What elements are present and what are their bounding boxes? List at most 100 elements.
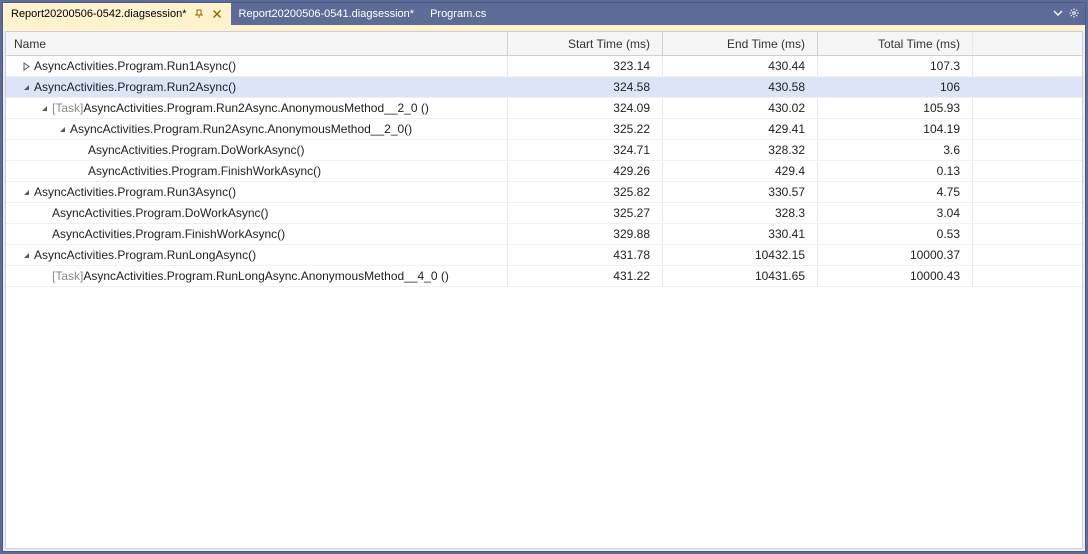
cell-name: AsyncActivities.Program.FinishWorkAsync(… [6,227,507,241]
cell-name: AsyncActivities.Program.DoWorkAsync() [6,206,507,220]
cell-end: 330.57 [662,182,817,202]
cell-name: [Task] AsyncActivities.Program.Run2Async… [6,101,507,115]
table-row[interactable]: AsyncActivities.Program.DoWorkAsync() 325… [6,203,1082,224]
tab-label: Report20200506-0541.diagsession* [239,8,415,20]
expand-icon[interactable] [20,60,32,72]
row-label: AsyncActivities.Program.DoWorkAsync() [88,143,305,157]
table-row[interactable]: AsyncActivities.Program.FinishWorkAsync(… [6,224,1082,245]
row-label: AsyncActivities.Program.DoWorkAsync() [52,206,269,220]
task-prefix: [Task] [52,101,83,115]
close-icon[interactable] [211,8,223,20]
cell-total: 10000.37 [817,245,972,265]
cell-start: 325.22 [507,119,662,139]
scroll-gutter [972,161,1082,181]
cell-end: 10432.15 [662,245,817,265]
cell-start: 324.71 [507,140,662,160]
document-tab[interactable]: Program.cs [422,3,494,25]
cell-name: AsyncActivities.Program.Run2Async() [6,80,507,94]
cell-start: 323.14 [507,56,662,76]
cell-start: 329.88 [507,224,662,244]
cell-end: 328.3 [662,203,817,223]
cell-start: 324.58 [507,77,662,97]
row-label: AsyncActivities.Program.Run2Async.Anonym… [83,101,429,115]
cell-name: AsyncActivities.Program.DoWorkAsync() [6,143,507,157]
cell-end: 330.41 [662,224,817,244]
cell-start: 429.26 [507,161,662,181]
scroll-gutter [972,266,1082,286]
document-tab[interactable]: Report20200506-0541.diagsession* [231,3,423,25]
column-headers: Name Start Time (ms) End Time (ms) Total… [6,32,1082,56]
cell-name: AsyncActivities.Program.Run3Async() [6,185,507,199]
row-label: AsyncActivities.Program.Run3Async() [34,185,236,199]
table-row[interactable]: AsyncActivities.Program.Run2Async() 324.5… [6,77,1082,98]
report-grid: Name Start Time (ms) End Time (ms) Total… [5,31,1083,549]
collapse-icon[interactable] [38,102,50,114]
main-window: Report20200506-0542.diagsession* Report20… [2,2,1086,552]
header-name[interactable]: Name [6,37,507,51]
cell-name: [Task] AsyncActivities.Program.RunLongAs… [6,269,507,283]
cell-total: 4.75 [817,182,972,202]
table-row[interactable]: AsyncActivities.Program.Run1Async() 323.1… [6,56,1082,77]
cell-end: 430.02 [662,98,817,118]
table-row[interactable]: AsyncActivities.Program.Run3Async() 325.8… [6,182,1082,203]
cell-name: AsyncActivities.Program.Run1Async() [6,59,507,73]
cell-start: 431.22 [507,266,662,286]
row-label: AsyncActivities.Program.Run1Async() [34,59,236,73]
cell-total: 107.3 [817,56,972,76]
expander-placeholder [38,207,50,219]
cell-start: 325.82 [507,182,662,202]
table-row[interactable]: [Task] AsyncActivities.Program.Run2Async… [6,98,1082,119]
tab-label: Report20200506-0542.diagsession* [11,8,187,20]
cell-total: 3.04 [817,203,972,223]
task-prefix: [Task] [52,269,83,283]
cell-end: 429.41 [662,119,817,139]
row-label: AsyncActivities.Program.RunLongAsync() [34,248,256,262]
scroll-gutter [972,203,1082,223]
header-scroll-gutter [972,32,1082,55]
cell-total: 10000.43 [817,266,972,286]
table-row[interactable]: AsyncActivities.Program.DoWorkAsync() 324… [6,140,1082,161]
collapse-icon[interactable] [56,123,68,135]
row-label: AsyncActivities.Program.FinishWorkAsync(… [52,227,285,241]
tab-label: Program.cs [430,8,486,20]
expander-placeholder [74,144,86,156]
window-menu-icon[interactable] [1053,7,1063,21]
scroll-gutter [972,245,1082,265]
cell-start: 431.78 [507,245,662,265]
cell-name: AsyncActivities.Program.FinishWorkAsync(… [6,164,507,178]
document-tab[interactable]: Report20200506-0542.diagsession* [3,3,231,25]
scroll-gutter [972,182,1082,202]
cell-start: 325.27 [507,203,662,223]
table-row[interactable]: AsyncActivities.Program.RunLongAsync() 43… [6,245,1082,266]
row-label: AsyncActivities.Program.FinishWorkAsync(… [88,164,321,178]
pin-icon[interactable] [193,8,205,20]
cell-end: 328.32 [662,140,817,160]
header-start-time[interactable]: Start Time (ms) [507,32,662,55]
row-label: AsyncActivities.Program.Run2Async() [34,80,236,94]
cell-total: 105.93 [817,98,972,118]
table-row[interactable]: AsyncActivities.Program.Run2Async.Anonym… [6,119,1082,140]
cell-total: 3.6 [817,140,972,160]
scroll-gutter [972,77,1082,97]
cell-end: 429.4 [662,161,817,181]
settings-icon[interactable] [1069,7,1079,21]
expander-placeholder [38,228,50,240]
scroll-gutter [972,98,1082,118]
collapse-icon[interactable] [20,249,32,261]
table-row[interactable]: AsyncActivities.Program.FinishWorkAsync(… [6,161,1082,182]
cell-name: AsyncActivities.Program.Run2Async.Anonym… [6,122,507,136]
header-total-time[interactable]: Total Time (ms) [817,32,972,55]
row-label: AsyncActivities.Program.Run2Async.Anonym… [70,122,412,136]
scroll-gutter [972,224,1082,244]
scroll-gutter [972,119,1082,139]
table-row[interactable]: [Task] AsyncActivities.Program.RunLongAs… [6,266,1082,287]
header-end-time[interactable]: End Time (ms) [662,32,817,55]
cell-total: 0.53 [817,224,972,244]
row-label: AsyncActivities.Program.RunLongAsync.Ano… [83,269,449,283]
cell-end: 10431.65 [662,266,817,286]
collapse-icon[interactable] [20,186,32,198]
cell-end: 430.58 [662,77,817,97]
tab-bar-controls [1047,7,1085,21]
collapse-icon[interactable] [20,81,32,93]
cell-name: AsyncActivities.Program.RunLongAsync() [6,248,507,262]
